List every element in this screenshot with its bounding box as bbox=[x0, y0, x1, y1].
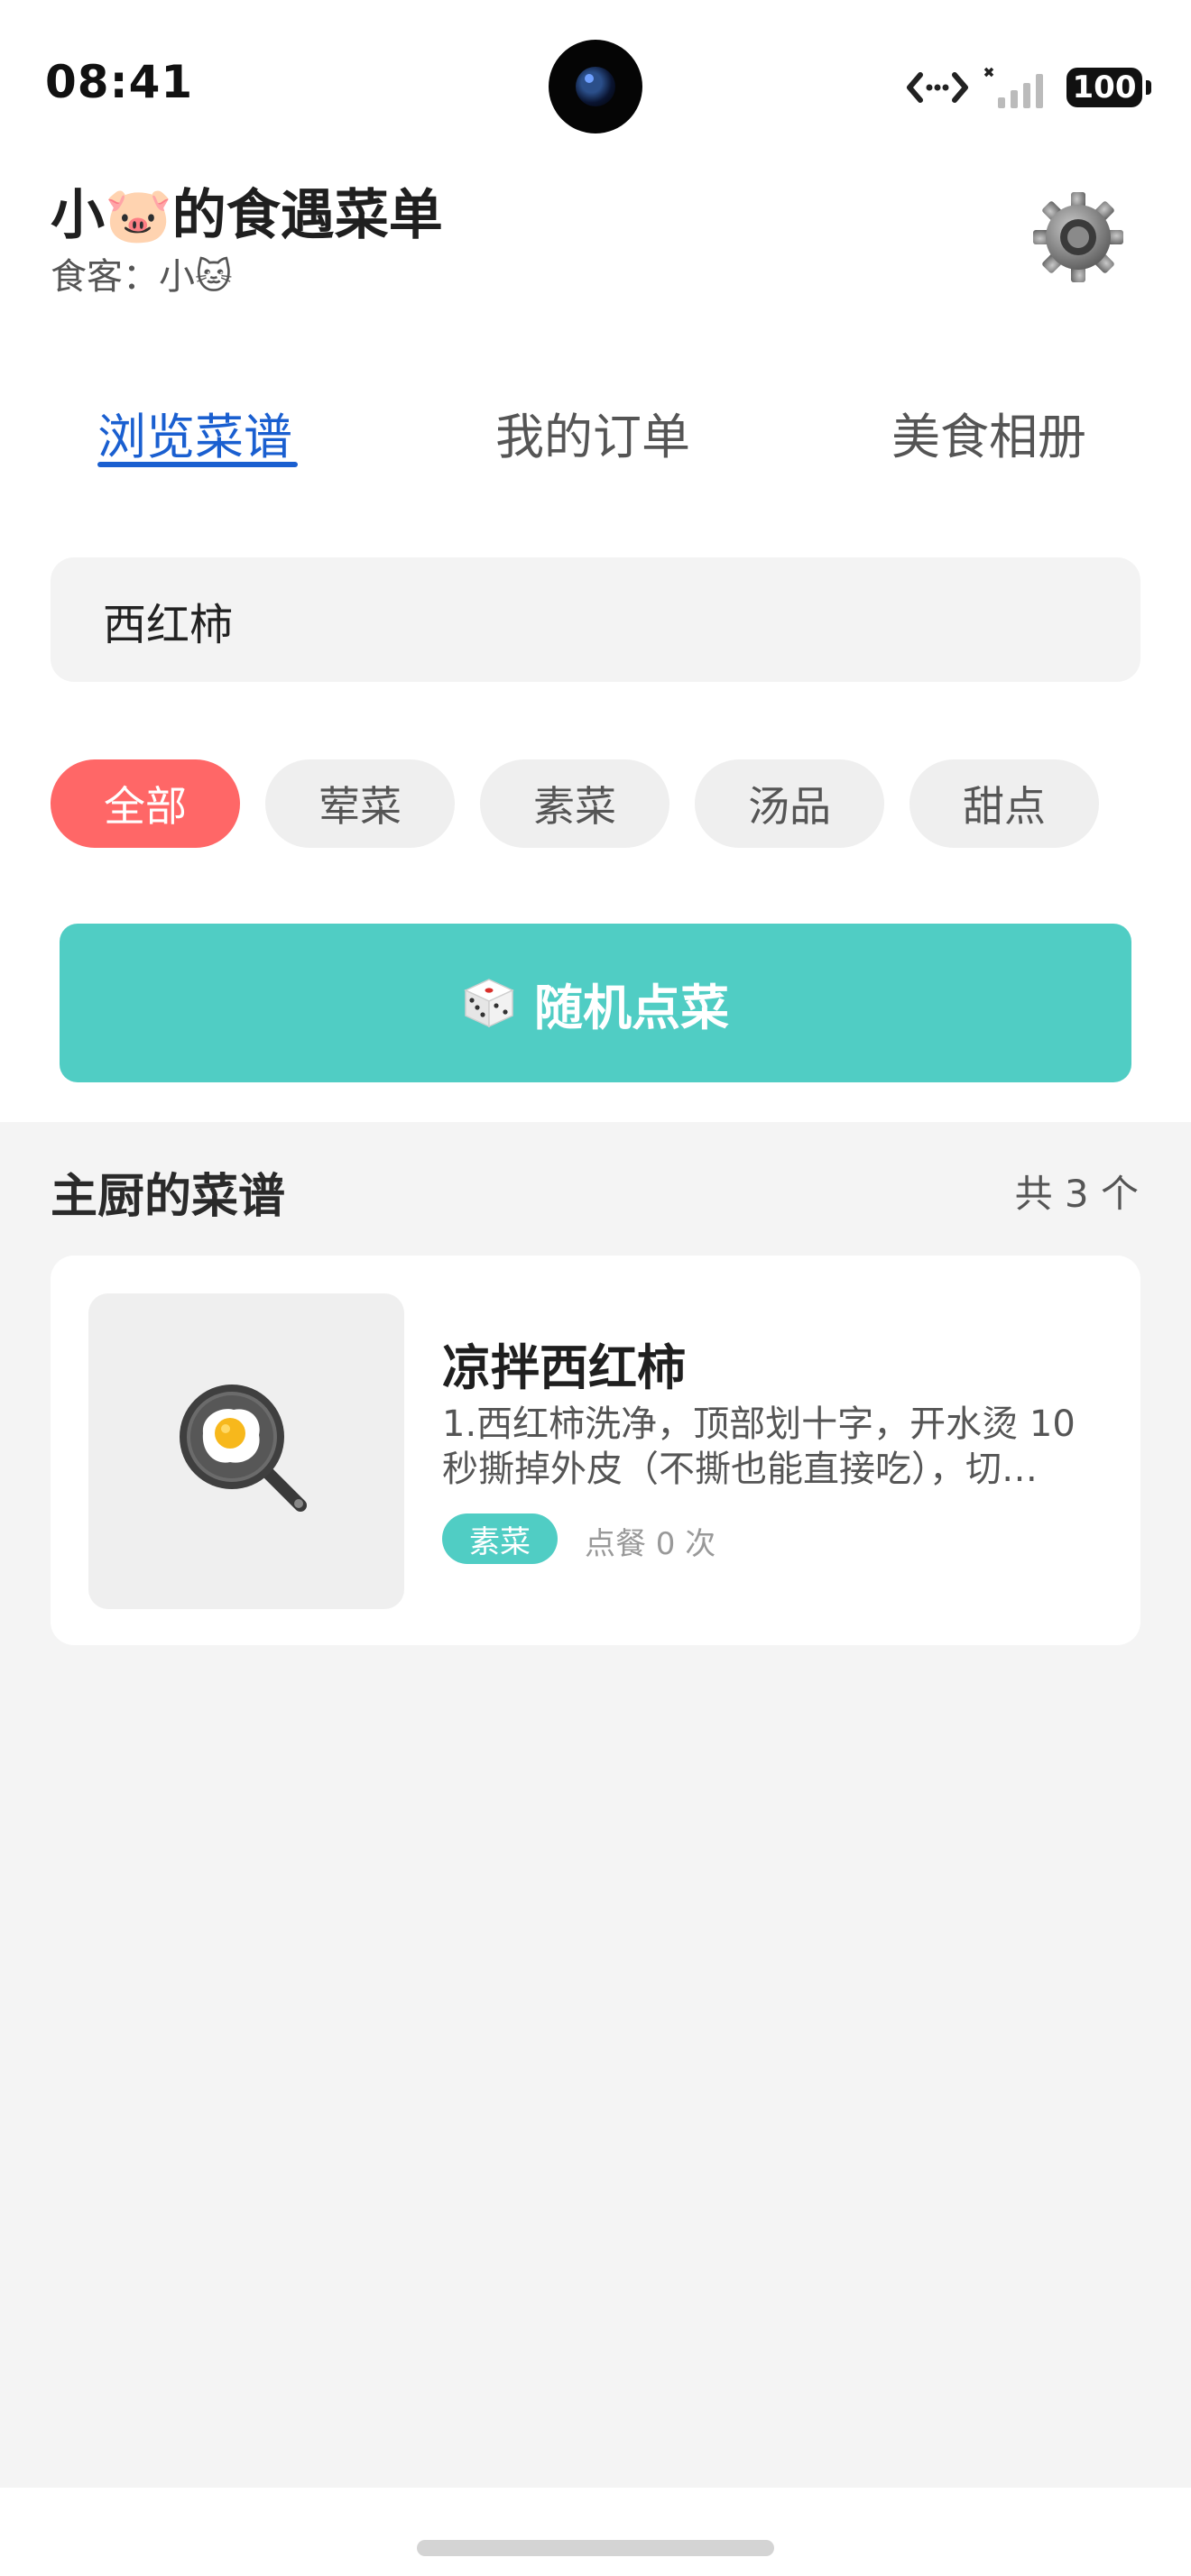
category-chip-meat[interactable]: 荤菜 bbox=[265, 759, 455, 848]
status-time: 08:41 bbox=[45, 56, 194, 108]
category-chip-dessert[interactable]: 甜点 bbox=[909, 759, 1099, 848]
recipe-list-section: 主厨的菜谱 共 3 个 凉拌西红柿 1.西红柿洗净，顶部划十字，开水烫 10 秒… bbox=[0, 1122, 1191, 2488]
diner-label: 食客：小🐱 bbox=[51, 256, 233, 298]
recipe-category-tag: 素菜 bbox=[442, 1513, 558, 1564]
page-title: 小🐷的食遇菜单 bbox=[51, 184, 443, 247]
status-bar: 08:41 100 bbox=[0, 0, 1191, 171]
gear-icon[interactable] bbox=[1029, 188, 1128, 287]
section-title: 主厨的菜谱 bbox=[51, 1170, 286, 1224]
data-transfer-icon bbox=[907, 72, 968, 103]
search-box bbox=[51, 557, 1140, 684]
category-chip-vegetable[interactable]: 素菜 bbox=[480, 759, 669, 848]
tab-my-orders[interactable]: 我的订单 bbox=[495, 397, 690, 468]
search-input[interactable] bbox=[101, 557, 1097, 684]
recipe-card[interactable]: 凉拌西红柿 1.西红柿洗净，顶部划十字，开水烫 10 秒撕掉外皮（不撕也能直接吃… bbox=[51, 1256, 1140, 1645]
bottom-bar bbox=[0, 2488, 1191, 2576]
dice-icon bbox=[464, 979, 514, 1028]
random-order-label: 随机点菜 bbox=[534, 979, 729, 1036]
category-filter: 全部 荤菜 素菜 汤品 甜点 bbox=[51, 759, 1099, 848]
tab-bar: 浏览菜谱 我的订单 美食相册 bbox=[0, 379, 1191, 478]
battery-icon: 100 bbox=[1066, 68, 1151, 107]
recipe-description: 1.西红柿洗净，顶部划十字，开水烫 10 秒撕掉外皮（不撕也能直接吃），切… bbox=[442, 1403, 1076, 1490]
recipe-count: 共 3 个 bbox=[1014, 1172, 1139, 1216]
battery-level: 100 bbox=[1072, 69, 1137, 106]
recipe-title: 凉拌西红柿 bbox=[442, 1339, 686, 1396]
home-indicator[interactable] bbox=[417, 2540, 774, 2556]
category-chip-soup[interactable]: 汤品 bbox=[695, 759, 884, 848]
camera-icon bbox=[549, 40, 642, 133]
random-order-button[interactable]: 随机点菜 bbox=[60, 924, 1131, 1082]
tab-browse-recipes[interactable]: 浏览菜谱 bbox=[97, 397, 292, 468]
app-header: 小🐷的食遇菜单 食客：小🐱 bbox=[0, 162, 1191, 325]
frying-pan-egg-icon bbox=[180, 1385, 307, 1512]
recipe-thumbnail bbox=[88, 1293, 404, 1609]
recipe-order-count: 点餐 0 次 bbox=[585, 1526, 716, 1562]
tab-food-album[interactable]: 美食相册 bbox=[891, 397, 1086, 468]
category-chip-all[interactable]: 全部 bbox=[51, 759, 240, 848]
status-icons: 100 bbox=[906, 63, 1151, 112]
active-tab-indicator bbox=[97, 462, 298, 467]
cellular-signal-icon bbox=[983, 67, 1043, 108]
